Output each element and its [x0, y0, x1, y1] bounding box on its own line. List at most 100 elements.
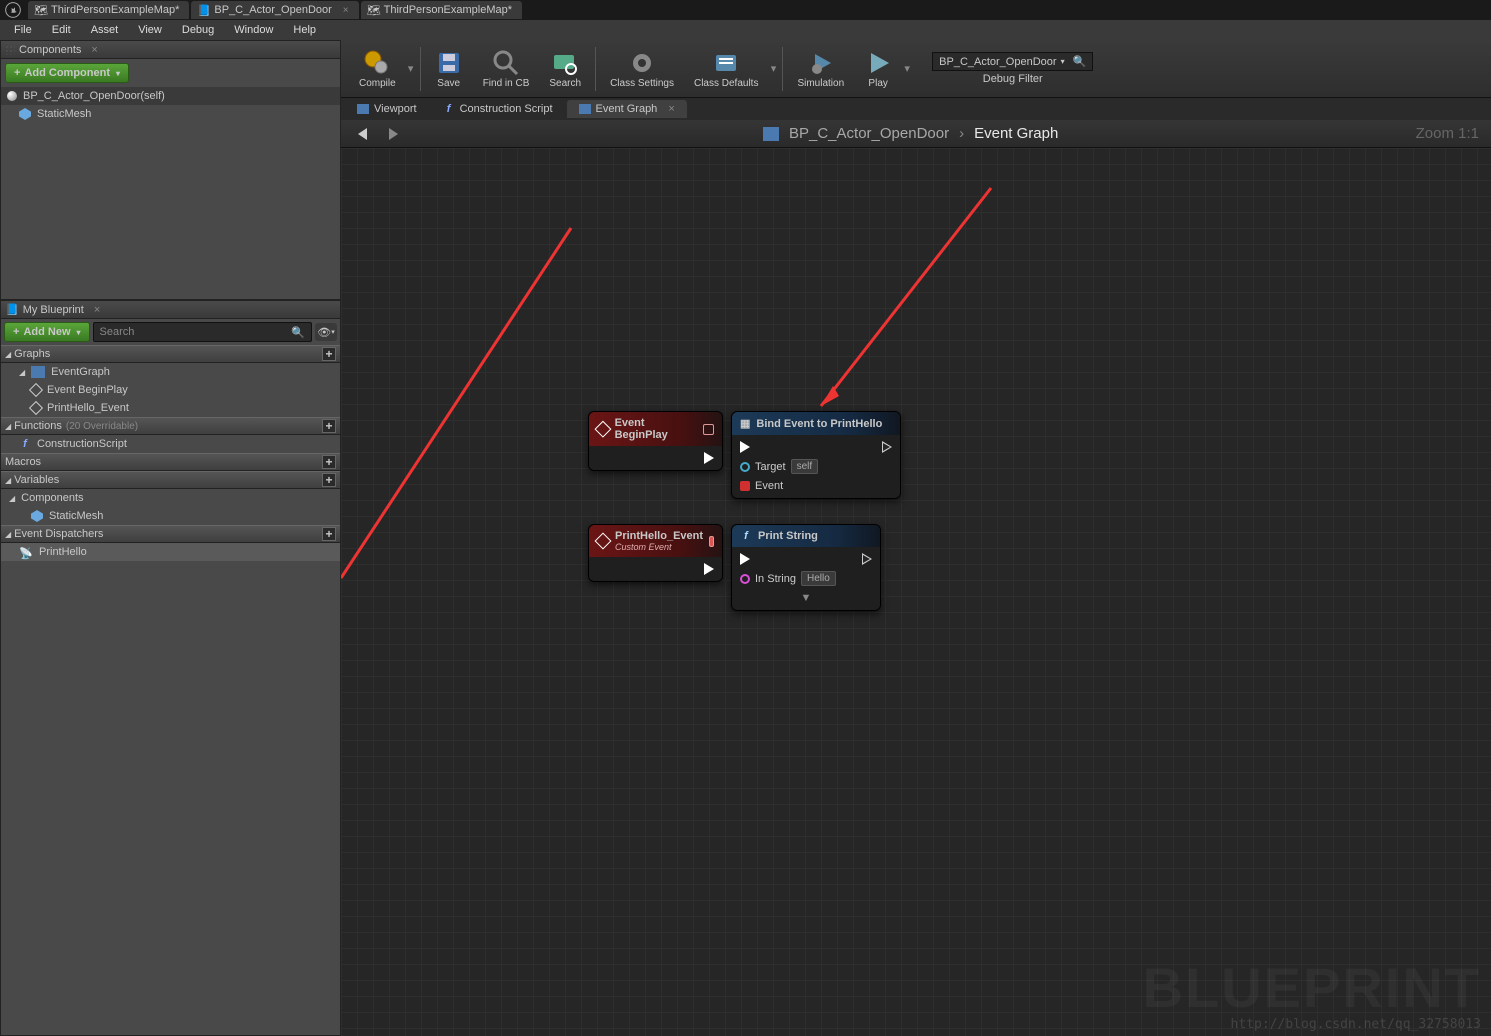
menu-help[interactable]: Help: [283, 22, 326, 38]
event-beginplay-item[interactable]: Event BeginPlay: [1, 381, 340, 399]
blueprint-icon: 📘: [197, 4, 209, 16]
exec-out-pin[interactable]: [862, 553, 872, 565]
exec-in-pin[interactable]: [740, 441, 750, 453]
grip-icon: [5, 45, 15, 55]
exec-out-pin[interactable]: [704, 563, 714, 575]
add-macro-button[interactable]: +: [322, 455, 336, 469]
blog-url: http://blog.csdn.net/qq_32758013: [1231, 1017, 1481, 1032]
event-icon: [595, 533, 612, 550]
add-dispatcher-button[interactable]: +: [322, 527, 336, 541]
my-blueprint-header[interactable]: 📘 My Blueprint ×: [1, 301, 340, 319]
event-icon: [594, 421, 611, 438]
menu-asset[interactable]: Asset: [81, 22, 129, 38]
close-icon[interactable]: ×: [94, 304, 100, 316]
search-icon: 🔍: [291, 326, 305, 339]
nav-back[interactable]: [353, 124, 373, 144]
components-panel: Components × +Add Component▾ BP_C_Actor_…: [0, 40, 341, 300]
category-graphs[interactable]: ◢Graphs+: [1, 345, 340, 363]
component-root[interactable]: BP_C_Actor_OpenDoor(self): [1, 87, 340, 105]
tab-bp-actor[interactable]: 📘BP_C_Actor_OpenDoor×: [191, 1, 358, 19]
add-variable-button[interactable]: +: [322, 473, 336, 487]
dispatcher-printhello[interactable]: 📡PrintHello: [1, 543, 340, 561]
debug-filter-select[interactable]: BP_C_Actor_OpenDoor▾🔍: [932, 52, 1093, 71]
compile-icon: [363, 49, 391, 77]
event-pin[interactable]: Event: [740, 480, 783, 492]
expand-icon[interactable]: ▼: [800, 592, 812, 604]
category-variables[interactable]: ◢Variables+: [1, 471, 340, 489]
instring-pin[interactable]: In StringHello: [740, 571, 836, 586]
event-graph-canvas[interactable]: Event BeginPlay ▦Bind Event to PrintHell…: [341, 148, 1491, 1036]
graph-tabs: Viewport fConstruction Script Event Grap…: [341, 98, 1491, 120]
watermark: BLUEPRINT: [1143, 955, 1481, 1020]
level-icon: 🗺: [34, 4, 46, 16]
event-printhello-item[interactable]: PrintHello_Event: [1, 399, 340, 417]
tab-eventgraph[interactable]: Event Graph×: [567, 100, 687, 118]
component-staticmesh[interactable]: StaticMesh: [1, 105, 340, 123]
add-function-button[interactable]: +: [322, 419, 336, 433]
add-new-button[interactable]: +Add New▾: [4, 322, 90, 342]
eventgraph-item[interactable]: ◢EventGraph: [1, 363, 340, 381]
menu-edit[interactable]: Edit: [42, 22, 81, 38]
class-settings-button[interactable]: Class Settings: [600, 42, 684, 96]
target-pin[interactable]: Targetself: [740, 459, 818, 474]
compile-dropdown[interactable]: ▾: [406, 62, 416, 75]
graph-icon: [31, 366, 45, 378]
save-button[interactable]: Save: [425, 42, 473, 96]
play-button[interactable]: Play: [854, 42, 902, 96]
add-component-button[interactable]: +Add Component▾: [5, 63, 129, 83]
add-graph-button[interactable]: +: [322, 347, 336, 361]
compile-button[interactable]: Compile: [349, 42, 406, 96]
node-event-beginplay[interactable]: Event BeginPlay: [588, 411, 723, 471]
components-header[interactable]: Components ×: [1, 41, 340, 59]
category-macros[interactable]: Macros+: [1, 453, 340, 471]
simulation-button[interactable]: Simulation: [787, 42, 854, 96]
exec-out-pin[interactable]: [882, 441, 892, 453]
exec-in-pin[interactable]: [740, 553, 750, 565]
find-button[interactable]: Find in CB: [473, 42, 540, 96]
close-icon[interactable]: ×: [91, 44, 97, 56]
tab-construction[interactable]: fConstruction Script: [431, 100, 565, 118]
staticmesh-icon: [19, 108, 31, 120]
search-icon: [551, 49, 579, 77]
node-print-string[interactable]: fPrint String In StringHello ▼: [731, 524, 881, 611]
tab-map2[interactable]: 🗺ThirdPersonExampleMap*: [361, 1, 522, 19]
constructionscript-item[interactable]: fConstructionScript: [1, 435, 340, 453]
breadcrumb-asset[interactable]: BP_C_Actor_OpenDoor: [789, 125, 949, 142]
dispatcher-icon: 📡: [19, 547, 33, 557]
defaults-dropdown[interactable]: ▾: [768, 62, 778, 75]
play-dropdown[interactable]: ▾: [902, 62, 912, 75]
menu-debug[interactable]: Debug: [172, 22, 224, 38]
tab-map1[interactable]: 🗺ThirdPersonExampleMap*: [28, 1, 189, 19]
level-icon: 🗺: [367, 4, 379, 16]
menu-view[interactable]: View: [128, 22, 172, 38]
search-input[interactable]: Search🔍: [93, 322, 312, 342]
event-icon: [29, 401, 43, 415]
delegate-pin[interactable]: [703, 424, 714, 435]
actor-icon: [7, 91, 17, 101]
close-icon[interactable]: ×: [343, 5, 349, 16]
subcategory-components[interactable]: ◢Components: [1, 489, 340, 507]
delegate-pin[interactable]: [709, 536, 714, 547]
node-bind-event[interactable]: ▦Bind Event to PrintHello Targetself Eve…: [731, 411, 901, 499]
search-button[interactable]: Search: [539, 42, 591, 96]
close-icon[interactable]: ×: [668, 103, 674, 115]
tab-viewport[interactable]: Viewport: [345, 100, 429, 118]
variable-staticmesh[interactable]: StaticMesh: [1, 507, 340, 525]
category-functions[interactable]: ◢Functions(20 Overridable)+: [1, 417, 340, 435]
breadcrumb-graph[interactable]: Event Graph: [974, 125, 1058, 142]
zoom-label: Zoom 1:1: [1416, 125, 1479, 142]
breadcrumb: BP_C_Actor_OpenDoor › Event Graph Zoom 1…: [341, 120, 1491, 148]
category-dispatchers[interactable]: ◢Event Dispatchers+: [1, 525, 340, 543]
nav-forward[interactable]: [383, 124, 403, 144]
graph-icon: [763, 127, 779, 141]
exec-out-pin[interactable]: [704, 452, 714, 464]
class-defaults-button[interactable]: Class Defaults: [684, 42, 768, 96]
menu-file[interactable]: File: [4, 22, 42, 38]
search-icon[interactable]: 🔍: [1073, 55, 1087, 68]
menu-window[interactable]: Window: [224, 22, 283, 38]
eye-icon: 👁: [317, 326, 331, 339]
play-icon: [864, 49, 892, 77]
blueprint-icon: 📘: [5, 303, 19, 316]
node-custom-event[interactable]: PrintHello_EventCustom Event: [588, 524, 723, 582]
view-options-button[interactable]: 👁▾: [315, 323, 337, 341]
